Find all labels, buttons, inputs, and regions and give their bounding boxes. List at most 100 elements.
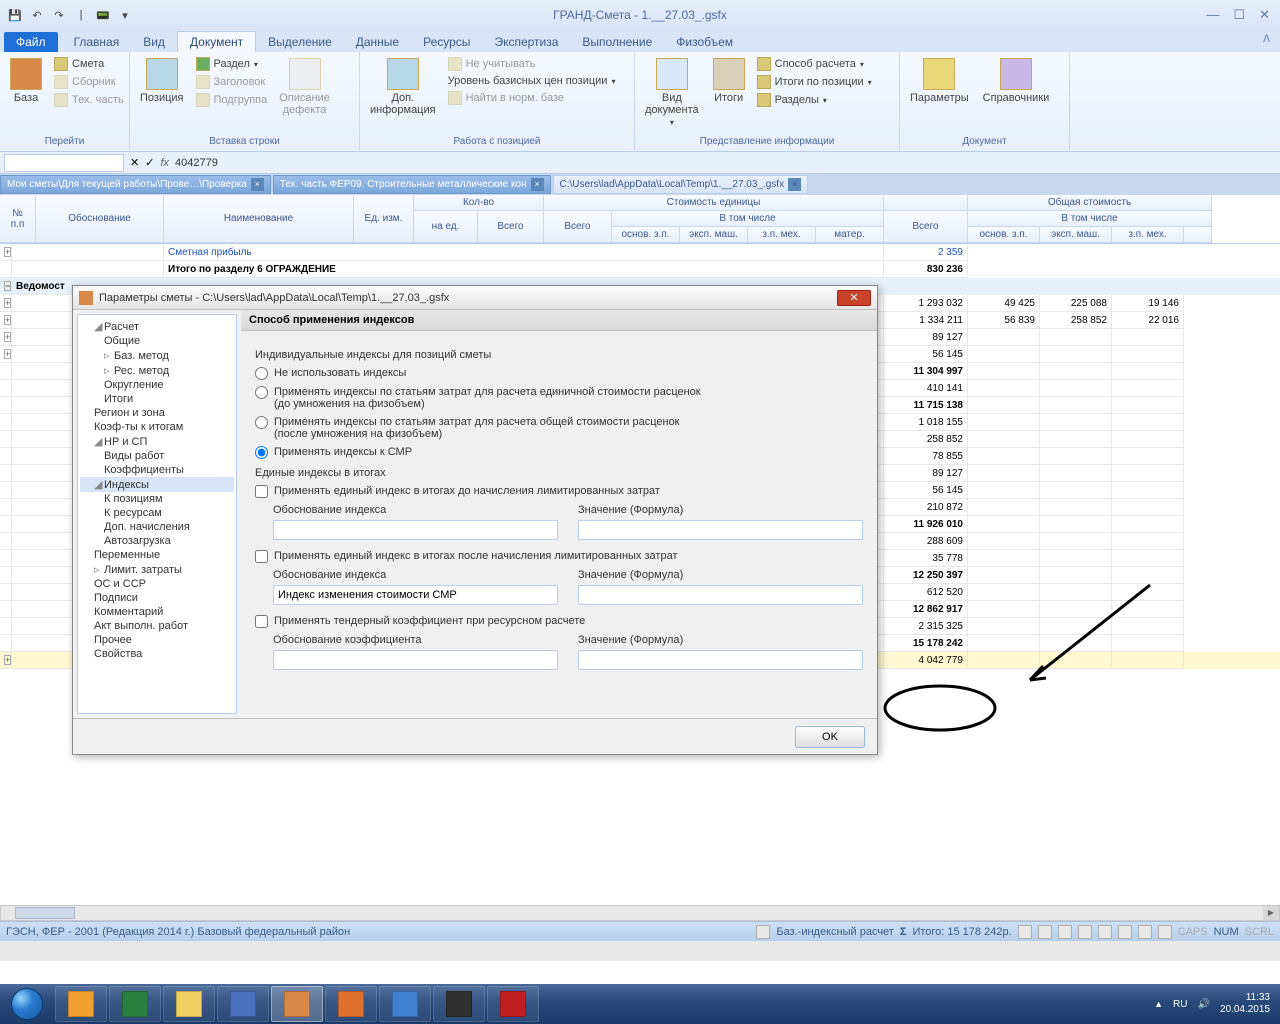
system-tray[interactable]: ▲ RU 🔊 11:3320.04.2015 bbox=[1144, 992, 1280, 1016]
name-box[interactable] bbox=[4, 154, 124, 172]
task-button[interactable] bbox=[325, 986, 377, 1022]
techpart-item[interactable]: Тех. часть bbox=[52, 92, 126, 108]
estimate-item[interactable]: Смета bbox=[52, 56, 126, 72]
doc-tab-1[interactable]: Мои сметы\Для текущей работы\Прове…\Пров… bbox=[0, 175, 271, 194]
tree-item[interactable]: ОС и ССР bbox=[80, 577, 234, 591]
tree-item[interactable]: Подписи bbox=[80, 591, 234, 605]
tree-item[interactable]: ▹Баз. метод bbox=[80, 348, 234, 363]
tab-data[interactable]: Данные bbox=[344, 32, 411, 52]
coef-basis-input[interactable] bbox=[273, 650, 558, 670]
maximize-icon[interactable]: ☐ bbox=[1233, 7, 1245, 23]
tree-item[interactable]: Общие bbox=[80, 334, 234, 348]
tree-item[interactable]: ▹Рес. метод bbox=[80, 363, 234, 378]
task-button[interactable] bbox=[217, 986, 269, 1022]
tab-resources[interactable]: Ресурсы bbox=[411, 32, 482, 52]
chk-after-limit[interactable]: Применять единый индекс в итогах после н… bbox=[255, 550, 863, 563]
calc-icon[interactable]: 📟 bbox=[94, 6, 112, 24]
index-basis-input-2[interactable] bbox=[273, 585, 558, 605]
doc-tab-3[interactable]: C:\Users\lad\AppData\Local\Temp\1.__27.0… bbox=[553, 175, 809, 194]
tree-item[interactable]: ◢НР и СП bbox=[80, 434, 234, 449]
references-button[interactable]: Справочники bbox=[979, 56, 1054, 106]
section-item[interactable]: Раздел ▾ bbox=[194, 56, 270, 72]
tab-close-icon[interactable]: × bbox=[251, 178, 264, 191]
coef-value-input[interactable] bbox=[578, 650, 863, 670]
collapse-ribbon-icon[interactable]: ᐱ bbox=[1263, 34, 1270, 45]
chk-before-limit[interactable]: Применять единый индекс в итогах до начи… bbox=[255, 485, 863, 498]
dialog-tree[interactable]: ◢Расчет Общие ▹Баз. метод ▹Рес. метод Ок… bbox=[77, 314, 237, 714]
formula-value[interactable]: 4042779 bbox=[175, 157, 218, 169]
tree-item[interactable]: Итоги bbox=[80, 392, 234, 406]
scroll-thumb[interactable] bbox=[15, 907, 75, 919]
horizontal-scrollbar[interactable]: ▶ bbox=[0, 905, 1280, 921]
itemtotals-item[interactable]: Итоги по позиции ▾ bbox=[755, 74, 874, 90]
tree-item[interactable]: Коэффициенты bbox=[80, 463, 234, 477]
start-button[interactable] bbox=[0, 984, 54, 1024]
baseprice-item[interactable]: Уровень базисных цен позиции ▾ bbox=[446, 74, 618, 88]
tree-item[interactable]: Регион и зона bbox=[80, 406, 234, 420]
tree-item[interactable]: Виды работ bbox=[80, 449, 234, 463]
save-icon[interactable]: 💾 bbox=[6, 6, 24, 24]
sections-item[interactable]: Разделы ▾ bbox=[755, 92, 874, 108]
doc-tab-2[interactable]: Тех. часть ФЕР09. Строительные металличе… bbox=[273, 175, 551, 194]
file-tab[interactable]: Файл bbox=[4, 32, 58, 52]
task-button[interactable] bbox=[487, 986, 539, 1022]
index-basis-input-1[interactable] bbox=[273, 520, 558, 540]
tab-expertise[interactable]: Экспертиза bbox=[482, 32, 570, 52]
subgroup-item[interactable]: Подгруппа bbox=[194, 92, 270, 108]
task-button[interactable] bbox=[433, 986, 485, 1022]
tab-document[interactable]: Документ bbox=[177, 31, 256, 52]
redo-icon[interactable]: ↷ bbox=[50, 6, 68, 24]
index-value-input-1[interactable] bbox=[578, 520, 863, 540]
tab-physvolume[interactable]: Физобъем bbox=[664, 32, 745, 52]
tree-indexes[interactable]: ◢Индексы bbox=[80, 477, 234, 492]
calcmethod-item[interactable]: Способ расчета ▾ bbox=[755, 56, 874, 72]
tree-item[interactable]: Акт выполн. работ bbox=[80, 619, 234, 633]
scroll-right-icon[interactable]: ▶ bbox=[1263, 906, 1279, 920]
index-value-input-2[interactable] bbox=[578, 585, 863, 605]
tab-close-icon[interactable]: × bbox=[788, 178, 801, 191]
ignore-item[interactable]: Не учитывать bbox=[446, 56, 618, 72]
position-button[interactable]: Позиция bbox=[136, 56, 188, 106]
task-button[interactable] bbox=[379, 986, 431, 1022]
expand-icon[interactable]: + bbox=[4, 247, 11, 257]
undo-icon[interactable]: ↶ bbox=[28, 6, 46, 24]
minimize-icon[interactable]: — bbox=[1206, 7, 1219, 23]
tab-selection[interactable]: Выделение bbox=[256, 32, 344, 52]
base-button[interactable]: База bbox=[6, 56, 46, 106]
tree-item[interactable]: Прочее bbox=[80, 633, 234, 647]
tree-item[interactable]: ▹Лимит. затраты bbox=[80, 562, 234, 577]
radio-unit-index[interactable]: Применять индексы по статьям затрат для … bbox=[255, 386, 863, 410]
docview-button[interactable]: Вид документа▾ bbox=[641, 56, 703, 129]
ok-button[interactable]: OK bbox=[795, 726, 865, 748]
radio-smr-index[interactable]: Применять индексы к СМР bbox=[255, 446, 863, 459]
tab-view[interactable]: Вид bbox=[131, 32, 177, 52]
tab-main[interactable]: Главная bbox=[62, 32, 132, 52]
collapse-icon[interactable]: − bbox=[4, 281, 11, 291]
tree-item[interactable]: Комментарий bbox=[80, 605, 234, 619]
task-button[interactable] bbox=[163, 986, 215, 1022]
close-icon[interactable]: ✕ bbox=[1259, 7, 1270, 23]
tab-execution[interactable]: Выполнение bbox=[570, 32, 664, 52]
collection-item[interactable]: Сборник bbox=[52, 74, 126, 90]
tab-close-icon[interactable]: × bbox=[531, 178, 544, 191]
dialog-close-button[interactable]: ✕ bbox=[837, 290, 871, 306]
tree-item[interactable]: Свойства bbox=[80, 647, 234, 661]
tree-calc[interactable]: ◢Расчет bbox=[80, 319, 234, 334]
totals-button[interactable]: Итоги bbox=[709, 56, 749, 106]
addinfo-button[interactable]: Доп. информация bbox=[366, 56, 440, 118]
chk-tender[interactable]: Применять тендерный коэффициент при ресу… bbox=[255, 615, 863, 628]
tree-item[interactable]: Доп. начисления bbox=[80, 520, 234, 534]
findnorm-item[interactable]: Найти в норм. базе bbox=[446, 90, 618, 106]
defect-button[interactable]: Описание дефекта bbox=[275, 56, 334, 118]
qat-more-icon[interactable]: ▾ bbox=[116, 6, 134, 24]
tree-item[interactable]: Округление bbox=[80, 378, 234, 392]
task-button[interactable] bbox=[109, 986, 161, 1022]
parameters-button[interactable]: Параметры bbox=[906, 56, 973, 106]
radio-total-index[interactable]: Применять индексы по статьям затрат для … bbox=[255, 416, 863, 440]
tree-item[interactable]: Автозагрузка bbox=[80, 534, 234, 548]
tree-item[interactable]: К позициям bbox=[80, 492, 234, 506]
header-item[interactable]: Заголовок bbox=[194, 74, 270, 90]
dialog-titlebar[interactable]: Параметры сметы - C:\Users\lad\AppData\L… bbox=[73, 286, 877, 310]
task-button[interactable] bbox=[271, 986, 323, 1022]
tree-item[interactable]: К ресурсам bbox=[80, 506, 234, 520]
